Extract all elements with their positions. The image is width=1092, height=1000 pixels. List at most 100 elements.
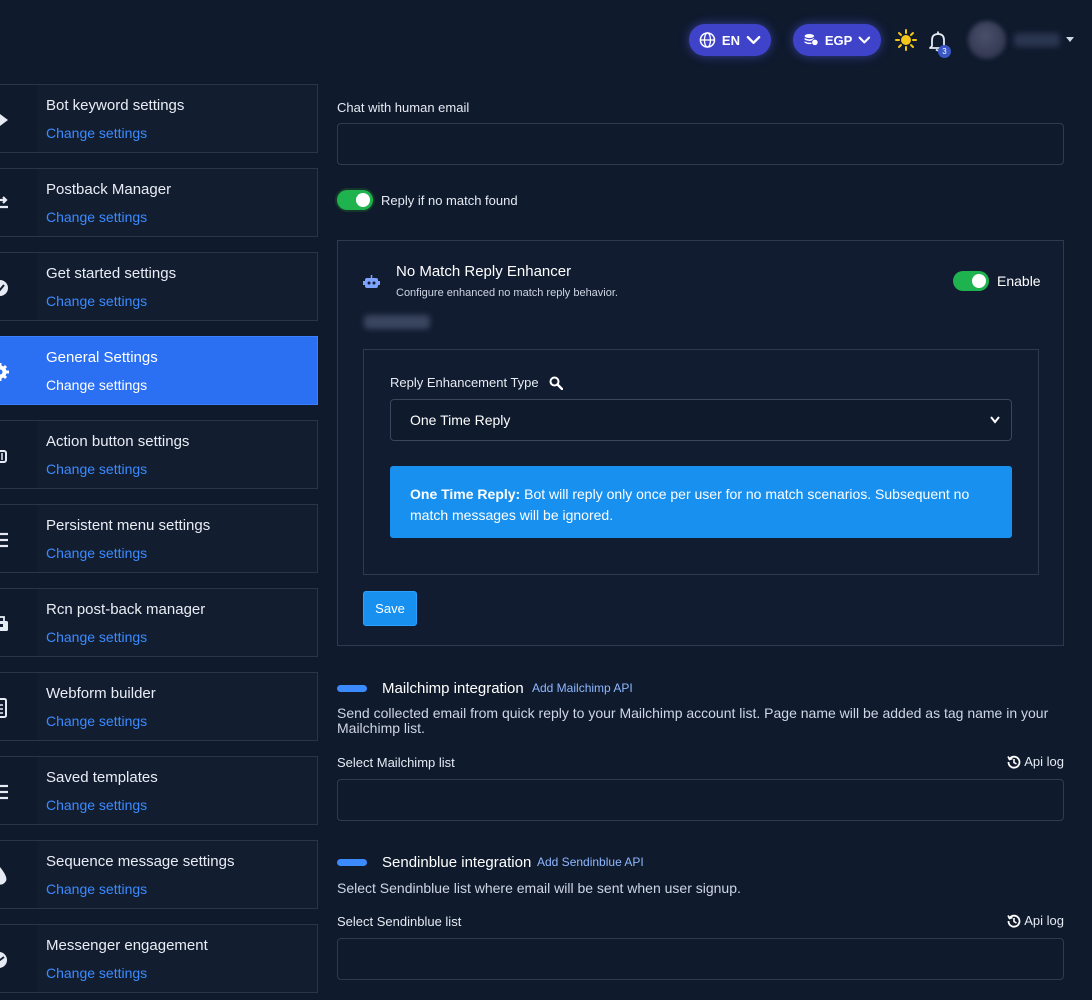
sendinblue-description: Select Sendinblue list where email will … [337,880,741,896]
chevron-down-icon [990,416,1000,424]
change-settings-link[interactable]: Change settings [46,545,147,561]
briefcase-icon [0,616,8,631]
sendinblue-api-log[interactable]: Api log [1007,913,1064,928]
sendinblue-title: Sendinblue integration [382,854,532,871]
enhancer-inner-panel: Reply Enhancement Type One Time Reply On… [363,349,1039,575]
change-settings-link[interactable]: Change settings [46,125,147,141]
history-icon [1007,914,1021,928]
chat-email-label: Chat with human email [337,100,470,115]
sidebar-item-get-started[interactable]: Get started settings Change settings [0,252,318,321]
form-icon [0,698,7,718]
history-icon [1007,755,1021,769]
droplet-icon [0,867,7,885]
sendinblue-toggle[interactable] [337,859,367,866]
mailchimp-toggle[interactable] [337,685,367,692]
type-label: Reply Enhancement Type [390,375,539,390]
add-mailchimp-link[interactable]: Add Mailchimp API [532,681,633,695]
sidebar-item-title: General Settings [46,349,158,366]
mailchimp-api-log[interactable]: Api log [1007,754,1064,769]
change-settings-link[interactable]: Change settings [46,461,147,477]
sidebar-item-title: Action button settings [46,433,190,450]
select-value: One Time Reply [410,412,511,428]
hand-pointer-icon [0,450,7,463]
change-settings-link[interactable]: Change settings [46,293,147,309]
change-settings-link[interactable]: Change settings [46,209,147,225]
enable-label: Enable [997,273,1041,289]
check-circle-icon [0,280,8,296]
enhancer-title: No Match Reply Enhancer [396,263,572,280]
mailchimp-description: Send collected email from quick reply to… [337,705,1049,736]
sendinblue-select-label: Select Sendinblue list [337,914,462,929]
info-alert: One Time Reply: Bot will reply only once… [390,466,1012,538]
enable-toggle-row: Enable [953,271,1041,291]
change-settings-link[interactable]: Change settings [46,629,147,645]
language-label: EN [721,32,740,48]
top-bar: EN EGP 3 [0,0,1092,82]
notification-badge: 3 [938,45,951,58]
change-settings-link[interactable]: Change settings [46,797,147,813]
gear-icon [0,363,9,381]
mailchimp-select-label: Select Mailchimp list [337,755,455,770]
coins-icon [804,34,819,46]
sidebar-item-general-settings[interactable]: General Settings Change settings [0,336,318,405]
change-settings-link[interactable]: Change settings [46,377,147,393]
search-icon[interactable] [549,376,563,390]
sidebar-item-messenger-engagement[interactable]: Messenger engagement Change settings [0,924,318,993]
mailchimp-list-select[interactable] [337,779,1064,821]
api-log-label: Api log [1024,913,1064,928]
caret-down-icon[interactable] [1066,37,1074,42]
sidebar-item-bot-keyword[interactable]: Bot keyword settings Change settings [0,84,318,153]
info-title: One Time Reply: [410,486,521,502]
sidebar-item-title: Postback Manager [46,181,172,198]
sidebar-item-title: Webform builder [46,685,156,702]
sidebar-item-title: Bot keyword settings [46,97,185,114]
enhancer-subtitle: Configure enhanced no match reply behavi… [396,287,618,299]
api-log-label: Api log [1024,754,1064,769]
add-sendinblue-link[interactable]: Add Sendinblue API [537,855,644,869]
sidebar-item-sequence-message[interactable]: Sequence message settings Change setting… [0,840,318,909]
sidebar-item-title: Persistent menu settings [46,517,211,534]
language-selector[interactable]: EN [689,24,771,56]
sidebar-item-action-button[interactable]: Action button settings Change settings [0,420,318,489]
sidebar-item-title: Sequence message settings [46,853,235,870]
sun-icon[interactable] [895,29,917,51]
blurred-text [364,315,430,329]
exchange-icon [0,196,8,209]
reply-toggle-label: Reply if no match found [381,192,518,208]
sendinblue-header: Sendinblue integration [337,854,531,871]
currency-label: EGP [824,32,853,48]
mailchimp-title: Mailchimp integration [382,680,524,697]
change-settings-link[interactable]: Change settings [46,965,147,981]
list-icon [0,532,8,548]
reply-toggle-row: Reply if no match found [337,190,518,210]
messenger-icon [0,952,7,968]
sidebar-item-title: Rcn post-back manager [46,601,206,618]
avatar[interactable] [968,21,1006,59]
currency-selector[interactable]: EGP [793,24,881,56]
sidebar-item-webform-builder[interactable]: Webform builder Change settings [0,672,318,741]
sendinblue-list-select[interactable] [337,938,1064,980]
sidebar-item-title: Get started settings [46,265,177,282]
sidebar-item-title: Messenger engagement [46,937,208,954]
enable-toggle[interactable] [953,271,989,291]
chat-email-input[interactable] [337,123,1064,165]
enhancement-type-select[interactable]: One Time Reply [390,399,1012,441]
type-label-row: Reply Enhancement Type [390,375,563,390]
sidebar-item-saved-templates[interactable]: Saved templates Change settings [0,756,318,825]
sidebar-item-postback-manager[interactable]: Postback Manager Change settings [0,168,318,237]
change-settings-link[interactable]: Change settings [46,713,147,729]
save-button[interactable]: Save [363,591,417,626]
sidebar-item-title: Saved templates [46,769,158,786]
list-icon [0,784,8,800]
sidebar-item-rcn-postback[interactable]: Rcn post-back manager Change settings [0,588,318,657]
diamond-icon [0,114,8,126]
robot-icon [363,275,380,288]
username-blurred[interactable] [1014,33,1060,47]
chevron-down-icon [858,36,871,44]
sidebar-item-persistent-menu[interactable]: Persistent menu settings Change settings [0,504,318,573]
reply-no-match-toggle[interactable] [337,190,373,210]
globe-icon [699,32,716,48]
enhancer-panel: No Match Reply Enhancer Configure enhanc… [337,240,1064,646]
change-settings-link[interactable]: Change settings [46,881,147,897]
chevron-down-icon [746,35,761,45]
